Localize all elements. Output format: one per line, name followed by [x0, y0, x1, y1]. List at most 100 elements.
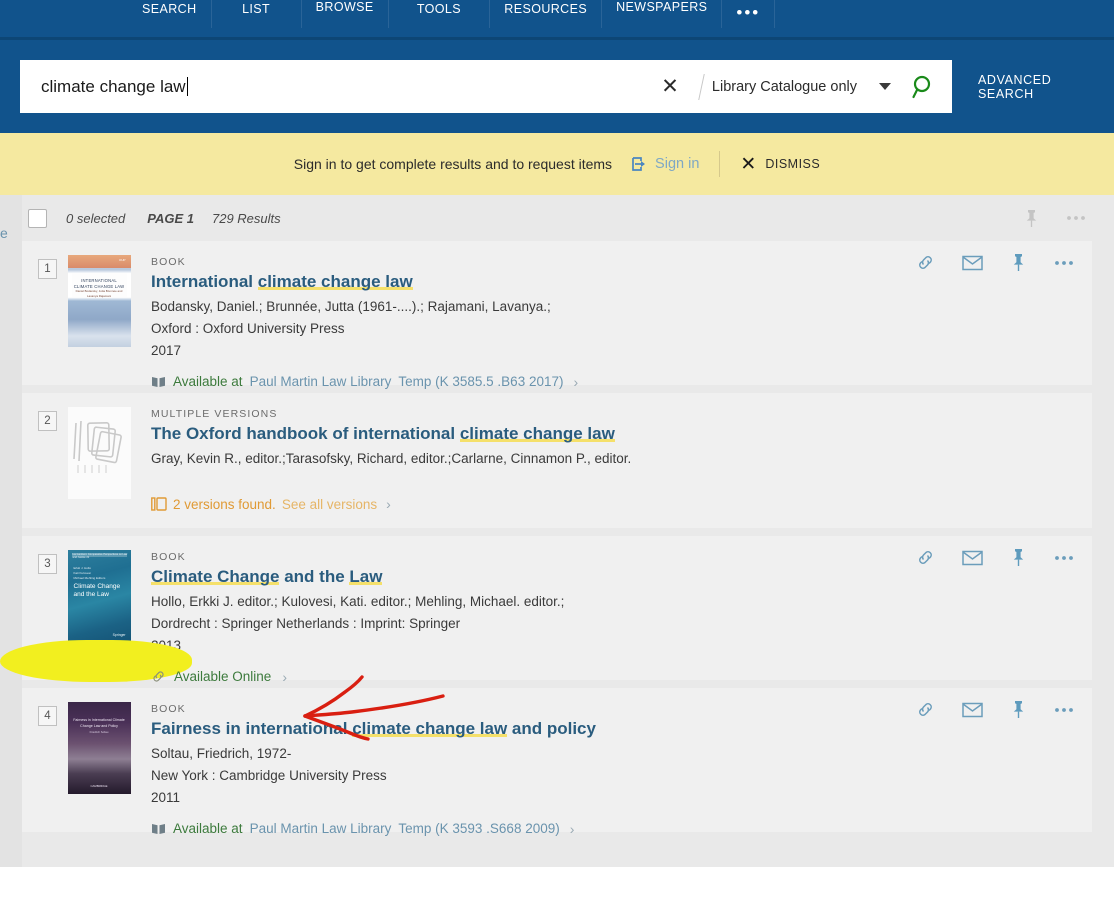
result-publisher: Dordrecht : Springer Netherlands : Impri… [151, 613, 1076, 635]
versions-icon [151, 497, 167, 512]
clear-search-icon[interactable]: ✕ [649, 76, 691, 97]
email-icon[interactable] [962, 702, 983, 718]
title-highlight: climate change law [460, 424, 615, 443]
cover-title: Fairness in International Climate Change… [73, 717, 126, 729]
left-cut-text: e [0, 225, 8, 241]
left-facet-strip [0, 195, 22, 867]
versions-link-label: See all versions [282, 497, 377, 512]
title-part-2: and policy [507, 719, 596, 738]
result-year: 2017 [151, 340, 1076, 362]
top-navigation-bar: NEW SEARCH JOURNAL LIST BROWSE RESEARCH … [0, 0, 1114, 40]
result-year: 2013 [151, 635, 1076, 657]
cover-title: Climate Change and the Law [74, 583, 125, 599]
result-title-link[interactable]: The Oxford handbook of international cli… [151, 424, 615, 443]
availability-call-number: Temp (K 3585.5 .B63 2017) [398, 374, 563, 389]
result-cover[interactable]: Fairness in International Climate Change… [66, 702, 132, 820]
pin-icon[interactable] [1010, 253, 1027, 272]
chevron-right-icon: › [570, 821, 575, 837]
search-input[interactable]: climate change law [41, 77, 649, 97]
result-title-link[interactable]: Climate Change and the Law [151, 567, 382, 586]
availability-status: Available at [173, 821, 243, 836]
result-authors: Hollo, Erkki J. editor.; Kulovesi, Kati.… [151, 591, 1076, 613]
availability-link[interactable]: Available at Paul Martin Law Library Tem… [151, 374, 578, 390]
permalink-icon[interactable] [916, 700, 935, 719]
nav-item-newspapers[interactable]: NEWSPAPERS [602, 0, 722, 28]
permalink-icon[interactable] [916, 548, 935, 567]
result-rank: 1 [38, 259, 57, 279]
see-all-versions-link[interactable]: 2 versions found. See all versions › [151, 496, 391, 512]
pin-icon[interactable] [1010, 700, 1027, 719]
cover-publisher: CAMBRIDGE [68, 784, 131, 788]
result-cover[interactable]: Ius Gentium: Comparative Perspectives on… [66, 550, 132, 668]
cover-editors: Erkki J. Hollo Kati Kulovesi Michael Meh… [74, 566, 106, 582]
result-year: 2011 [151, 787, 1076, 809]
chevron-right-icon: › [573, 374, 578, 390]
close-icon: ✕ [740, 155, 756, 174]
cover-series: Ius Gentium: Comparative Perspectives on… [73, 553, 131, 559]
dismiss-label: DISMISS [765, 157, 820, 171]
nav-item-journal-list[interactable]: JOURNAL LIST [212, 0, 302, 28]
title-highlight-2: Law [349, 567, 382, 586]
toolbar-more-options-icon[interactable] [1066, 215, 1086, 221]
nav-more-icon[interactable]: ••• [722, 0, 775, 28]
nav-item-course-resources[interactable]: COURSE RESOURCES [490, 0, 602, 28]
result-title-link[interactable]: Fairness in international climate change… [151, 719, 596, 738]
search-divider [698, 74, 705, 100]
result-type-label: MULTIPLE VERSIONS [151, 408, 1076, 420]
select-all-checkbox[interactable] [28, 209, 47, 228]
title-part: International [151, 272, 258, 291]
availability-location: Paul Martin Law Library [250, 374, 392, 389]
title-part: Fairness in international [151, 719, 352, 738]
more-options-icon[interactable] [1054, 707, 1074, 713]
search-icon[interactable] [911, 74, 937, 100]
result-authors: Gray, Kevin R., editor.;Tarasofsky, Rich… [151, 448, 1076, 470]
result-authors: Soltau, Friedrich, 1972- [151, 743, 1076, 765]
result-item-4[interactable]: 4 Fairness in International Climate Chan… [22, 688, 1092, 832]
versions-placeholder-icon [68, 407, 131, 499]
nav-item-research-tools[interactable]: RESEARCH TOOLS [389, 0, 491, 28]
more-options-icon[interactable] [1054, 555, 1074, 561]
result-cover[interactable] [66, 407, 132, 516]
availability-link[interactable]: Available at Paul Martin Law Library Tem… [151, 821, 574, 837]
signin-button[interactable]: Sign in [630, 155, 699, 173]
result-title-link[interactable]: International climate change law [151, 272, 413, 291]
signin-banner: Sign in to get complete results and to r… [0, 133, 1114, 195]
result-item-3[interactable]: 3 Ius Gentium: Comparative Perspectives … [22, 536, 1092, 680]
nav-item-browse[interactable]: BROWSE [302, 0, 389, 28]
selected-count-label: 0 selected [66, 211, 125, 226]
nav-item-new-search[interactable]: NEW SEARCH [128, 0, 212, 28]
toolbar-pin-icon[interactable] [1023, 209, 1040, 228]
chevron-down-icon[interactable] [879, 83, 891, 90]
cover-authors: Friedrich Soltau [73, 731, 126, 734]
availability-call-number: Temp (K 3593 .S668 2009) [398, 821, 559, 836]
advanced-search-link[interactable]: ADVANCED SEARCH [978, 73, 1094, 101]
permalink-icon[interactable] [916, 253, 935, 272]
search-bar-strip: climate change law ✕ Library Catalogue o… [0, 40, 1114, 133]
title-part: The Oxford handbook of international [151, 424, 460, 443]
dismiss-button[interactable]: ✕ DISMISS [740, 155, 820, 174]
result-item-1[interactable]: 1 OUP INTERNATIONAL CLIMATE CHANGE LAW D… [22, 241, 1092, 385]
pin-icon[interactable] [1010, 548, 1027, 567]
email-icon[interactable] [962, 550, 983, 566]
search-box[interactable]: climate change law ✕ Library Catalogue o… [20, 60, 952, 113]
result-actions [916, 700, 1074, 719]
result-item-2[interactable]: 2 MULTIPLE V [22, 393, 1092, 528]
available-online-link[interactable]: Available Online › [151, 669, 1076, 685]
cover-authors: Daniel Bodansky, Jutta Brunnée and Lavan… [74, 289, 125, 298]
chevron-right-icon: › [282, 669, 287, 685]
result-publisher: Oxford : Oxford University Press [151, 318, 1076, 340]
link-chain-icon [151, 669, 166, 684]
result-rank: 4 [38, 706, 57, 726]
more-options-icon[interactable] [1054, 260, 1074, 266]
page-number-label: PAGE 1 [147, 211, 194, 226]
results-count-label: 729 Results [212, 211, 281, 226]
result-authors: Bodansky, Daniel.; Brunnée, Jutta (1961-… [151, 296, 1076, 318]
signin-banner-message: Sign in to get complete results and to r… [294, 156, 612, 172]
cover-publisher: OUP [119, 258, 126, 262]
online-status-label: Available Online [174, 669, 271, 684]
result-cover[interactable]: OUP INTERNATIONAL CLIMATE CHANGE LAW Dan… [66, 255, 132, 373]
email-icon[interactable] [962, 255, 983, 271]
title-highlight: climate change law [258, 272, 413, 291]
search-scope-select[interactable]: Library Catalogue only [712, 79, 897, 95]
banner-divider [719, 151, 720, 177]
